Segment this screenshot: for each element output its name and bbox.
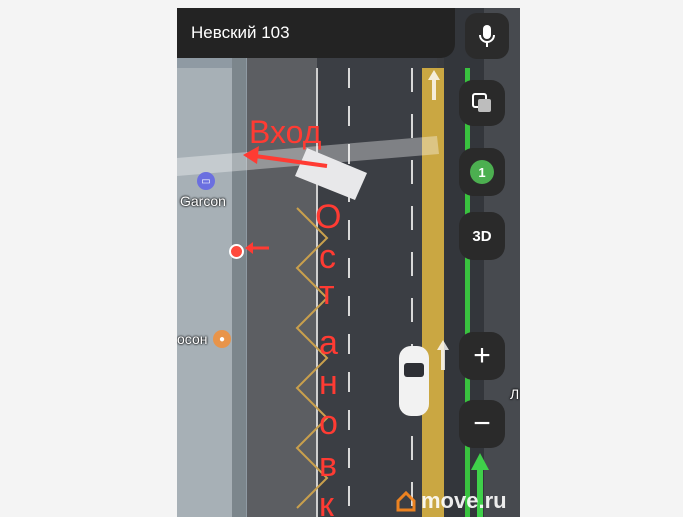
annotation-letter: к (319, 486, 334, 517)
annotation-letter: о (319, 404, 338, 442)
zoom-in-button[interactable]: + (459, 332, 505, 380)
watermark: move.ru (395, 488, 507, 514)
annotation-entrance: Вход (249, 114, 322, 150)
view-3d-button[interactable]: 3D (459, 212, 505, 260)
watermark-text: move.ru (421, 488, 507, 513)
traffic-button[interactable]: 1 (459, 148, 505, 196)
traffic-level-badge: 1 (470, 160, 494, 184)
annotation-letter: О (315, 198, 342, 236)
hotel-poi-icon[interactable]: ▭ (197, 172, 215, 190)
annotation-letter: а (319, 324, 338, 362)
annotation-letter: в (319, 446, 338, 484)
search-query: Невский 103 (191, 23, 290, 42)
map-edge-label: Л (510, 386, 520, 402)
layers-button[interactable] (459, 80, 505, 126)
annotation-letter: н (319, 364, 338, 402)
annotation-letter: т (319, 274, 335, 312)
map-view[interactable]: Невский 103 1 3D + − ▭ Garcon осон ● Л В… (177, 8, 520, 517)
voice-search-button[interactable] (465, 13, 509, 59)
zoom-out-button[interactable]: − (459, 400, 505, 448)
poi-label-left[interactable]: осон (177, 331, 207, 347)
poi-label-garcon[interactable]: Garcon (180, 193, 226, 209)
layers-icon (472, 93, 491, 112)
microphone-icon (479, 25, 495, 47)
cafe-poi-icon[interactable]: ● (213, 330, 231, 348)
location-marker[interactable] (229, 244, 244, 259)
annotation-letter: с (319, 238, 336, 276)
home-logo-icon (396, 490, 416, 512)
search-bar[interactable]: Невский 103 (177, 8, 455, 58)
